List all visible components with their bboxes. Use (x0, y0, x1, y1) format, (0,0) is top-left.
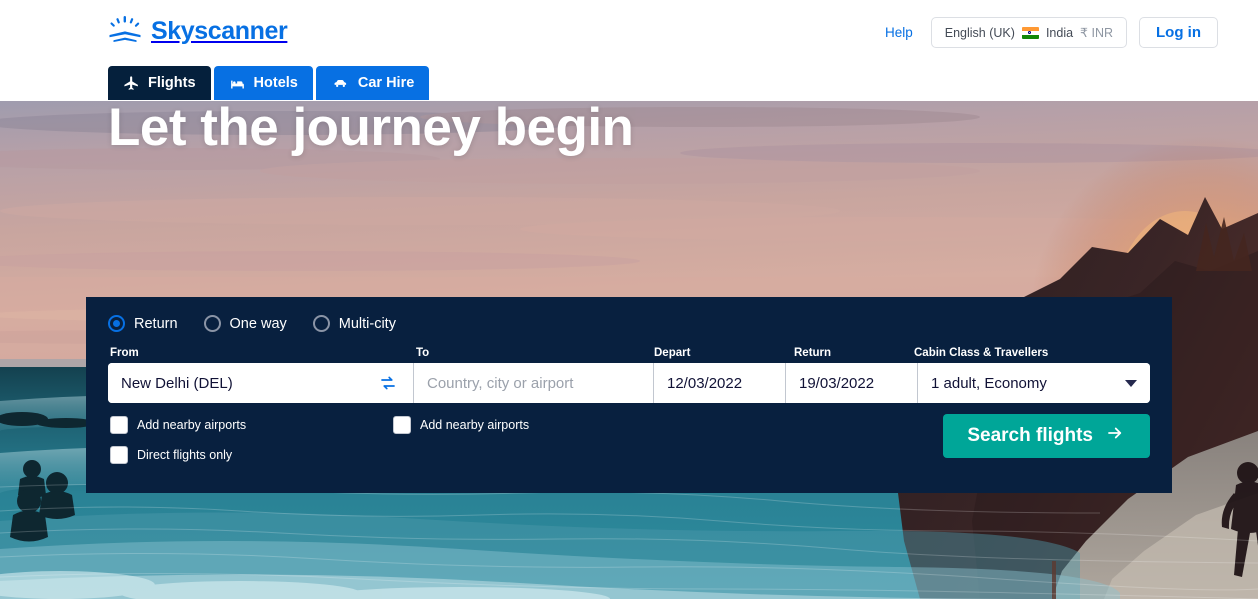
brand-name: Skyscanner (151, 16, 288, 45)
arrow-right-icon (1104, 424, 1126, 448)
return-date-value: 19/03/2022 (799, 374, 875, 392)
trip-type-multi-city-label: Multi-city (338, 315, 396, 332)
radio-multi-city[interactable] (312, 315, 330, 332)
locale-language: English (UK) (944, 25, 1015, 40)
label-cabin-class-travellers: Cabin Class & Travellers (914, 347, 1049, 359)
depart-date-field[interactable]: 12/03/2022 (654, 363, 786, 403)
plane-icon (123, 75, 140, 92)
trip-type-multi-city[interactable]: Multi-city (312, 315, 396, 332)
label-depart: Depart (654, 347, 691, 359)
option-add-nearby-airports-origin[interactable]: Add nearby airports (110, 416, 246, 434)
label-to: To (416, 347, 430, 359)
india-flag-icon (1021, 26, 1039, 39)
tab-car-hire[interactable]: Car Hire (315, 66, 430, 100)
search-flights-button[interactable]: Search flights (943, 414, 1150, 458)
trip-type-one-way-label: One way (229, 315, 287, 332)
help-link[interactable]: Help (879, 21, 919, 44)
site-header: Skyscanner Help English (UK) India ₹ INR… (0, 0, 1258, 101)
label-from: From (110, 347, 139, 359)
cabin-travellers-value: 1 adult, Economy (931, 374, 1047, 392)
trip-type-one-way[interactable]: One way (203, 315, 287, 332)
tab-hotels-label: Hotels (253, 75, 298, 91)
tab-flights-label: Flights (148, 75, 196, 91)
radio-return[interactable] (108, 315, 125, 332)
trip-type-return-label: Return (134, 315, 178, 332)
search-inputs-row: New Delhi (DEL) Country, city or airport… (108, 363, 1150, 403)
header-actions: Help English (UK) India ₹ INR Log in (879, 17, 1218, 48)
return-date-field[interactable]: 19/03/2022 (786, 363, 918, 403)
checkbox-nearby-destination[interactable] (393, 416, 411, 434)
locale-country: India (1045, 25, 1074, 40)
chevron-down-icon[interactable] (1125, 379, 1137, 387)
login-button[interactable]: Log in (1139, 17, 1218, 48)
car-icon (331, 75, 350, 92)
option-add-nearby-airports-destination[interactable]: Add nearby airports (393, 416, 529, 434)
label-return: Return (794, 347, 832, 359)
search-options-row: Add nearby airports Add nearby airports … (108, 414, 1150, 476)
bed-icon (229, 75, 246, 92)
skyscanner-homepage: Skyscanner Help English (UK) India ₹ INR… (0, 0, 1258, 599)
locale-selector[interactable]: English (UK) India ₹ INR (930, 17, 1127, 48)
destination-field[interactable]: Country, city or airport (414, 363, 654, 403)
tab-car-hire-label: Car Hire (357, 75, 415, 91)
checkbox-nearby-origin[interactable] (110, 416, 128, 434)
trip-type-group: Return One way Multi-city (108, 315, 1150, 332)
depart-date-value: 12/03/2022 (667, 374, 743, 392)
radio-one-way[interactable] (203, 315, 221, 332)
search-flights-label: Search flights (967, 425, 1093, 446)
primary-nav-tabs: Flights Hotels Car Hire (108, 66, 430, 100)
locale-currency: ₹ INR (1080, 26, 1113, 40)
checkbox-direct-flights[interactable] (110, 446, 128, 464)
option-label-direct-flights: Direct flights only (137, 448, 233, 462)
option-direct-flights-only[interactable]: Direct flights only (110, 446, 232, 464)
option-label-nearby-destination: Add nearby airports (420, 418, 530, 432)
origin-value: New Delhi (DEL) (121, 374, 233, 392)
sunrise-logo-icon (108, 16, 142, 46)
page-title: Let the journey begin (108, 98, 634, 157)
cabin-travellers-field[interactable]: 1 adult, Economy (918, 363, 1150, 403)
destination-placeholder: Country, city or airport (427, 374, 574, 392)
option-label-nearby-origin: Add nearby airports (137, 418, 247, 432)
swap-arrows-icon[interactable] (376, 372, 400, 394)
tab-flights[interactable]: Flights (108, 66, 211, 100)
origin-field[interactable]: New Delhi (DEL) (108, 363, 414, 403)
skyscanner-logo[interactable]: Skyscanner (108, 16, 288, 46)
flight-search-panel: Return One way Multi-city From To Depart… (86, 297, 1172, 493)
trip-type-return[interactable]: Return (108, 315, 178, 332)
field-label-row: From To Depart Return Cabin Class & Trav… (108, 345, 1150, 360)
tab-hotels[interactable]: Hotels (213, 66, 313, 100)
